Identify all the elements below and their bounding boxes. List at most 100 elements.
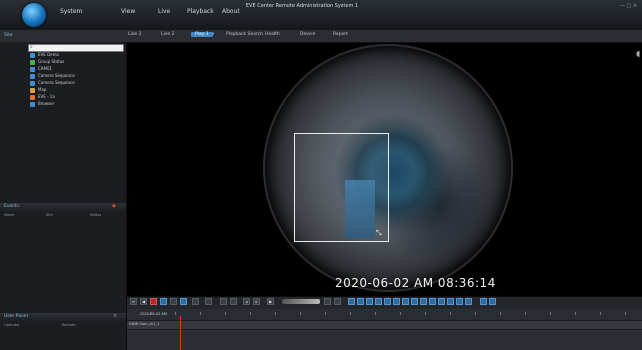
channel-16-button[interactable]: [489, 298, 496, 305]
event-col-name[interactable]: Name: [4, 213, 14, 217]
tab-live-1[interactable]: Live 1: [128, 32, 141, 37]
group-icon: [30, 59, 35, 65]
timeline-tick: [475, 312, 476, 315]
search-icon[interactable]: ⌕: [17, 203, 20, 209]
play-button[interactable]: ▶: [267, 298, 274, 305]
menu-live[interactable]: Live: [158, 8, 170, 15]
camera-icon: [30, 66, 35, 72]
timeline-tick: [375, 312, 376, 315]
sequence-icon: [30, 73, 35, 79]
speed-slider[interactable]: [282, 299, 320, 304]
tree-item-label: Camera Sequence: [38, 80, 75, 85]
menu-button[interactable]: ≡: [130, 298, 137, 305]
site-icon: [30, 52, 35, 58]
alarm-icon[interactable]: ◆: [112, 203, 116, 209]
record-button[interactable]: [150, 298, 157, 305]
speed-up-button[interactable]: [334, 298, 341, 305]
channel-14-button[interactable]: [465, 298, 472, 305]
event-panel-title: Event: [4, 204, 17, 209]
menu-system[interactable]: System: [60, 8, 82, 15]
timeline-tick: [275, 312, 276, 315]
timeline-ruler[interactable]: [127, 311, 642, 316]
tab-device[interactable]: Device: [300, 32, 315, 37]
tree-item-camera-sequence[interactable]: Camera Sequence: [30, 73, 75, 79]
tree-item-cam01[interactable]: CAM01: [30, 66, 52, 72]
window-controls[interactable]: — □ ×: [620, 3, 637, 9]
channel-4-button[interactable]: [375, 298, 382, 305]
dewarp-button[interactable]: [205, 298, 212, 305]
channel-12-button[interactable]: [447, 298, 454, 305]
user-col-remote[interactable]: Remote: [62, 323, 76, 327]
app-title: EVE Center Remote Administration System …: [245, 3, 359, 9]
tree-item-label: EVE Demo: [38, 52, 59, 57]
site-search-input[interactable]: [28, 44, 124, 52]
step-back-button[interactable]: ◂: [243, 298, 250, 305]
search-icon[interactable]: ⌕: [30, 44, 33, 50]
timeline-playhead[interactable]: [180, 316, 181, 350]
channel-1-button[interactable]: [348, 298, 355, 305]
event-col-status[interactable]: Status: [90, 213, 101, 217]
close-icon[interactable]: ×: [113, 313, 117, 319]
tree-item-camera-sequence-2[interactable]: Camera Sequence: [30, 80, 75, 86]
tree-item-eve-demo[interactable]: EVE Demo: [30, 52, 59, 58]
tree-item-eve-1a[interactable]: EVE - 1a: [30, 94, 55, 100]
layout-button[interactable]: [220, 298, 227, 305]
user-panel-title: User Panel: [4, 314, 28, 319]
speed-down-button[interactable]: [324, 298, 331, 305]
channel-2-button[interactable]: [357, 298, 364, 305]
sequence-icon: [30, 80, 35, 86]
tree-item-label: Camera Sequence: [38, 73, 75, 78]
timeline-tick: [600, 312, 601, 315]
panel-handle-icon[interactable]: ◖: [636, 49, 642, 59]
timeline-tick: [425, 312, 426, 315]
timeline-tick: [450, 312, 451, 315]
tab-report[interactable]: Report: [333, 32, 348, 37]
browser-icon: [30, 101, 35, 107]
timeline-track-row[interactable]: [127, 320, 642, 330]
tree-item-map[interactable]: Map: [30, 87, 46, 93]
tab-play-1[interactable]: Play 1: [191, 32, 213, 37]
event-col-site[interactable]: Site: [46, 213, 53, 217]
export-button[interactable]: [170, 298, 177, 305]
reverse-button[interactable]: ◀: [140, 298, 147, 305]
tree-item-label: Group Status: [38, 59, 65, 64]
channel-9-button[interactable]: [420, 298, 427, 305]
tab-dropdown-icon[interactable]: ▾: [212, 32, 214, 37]
print-button[interactable]: [180, 298, 187, 305]
channel-5-button[interactable]: [384, 298, 391, 305]
tab-live-2[interactable]: Live 2: [161, 32, 174, 37]
map-icon: [30, 87, 35, 93]
channel-10-button[interactable]: [429, 298, 436, 305]
roi-resize-icon[interactable]: ⤡: [376, 229, 382, 238]
menu-playback[interactable]: Playback: [187, 8, 214, 15]
user-col-operator[interactable]: Operator: [4, 323, 20, 327]
channel-15-button[interactable]: [480, 298, 487, 305]
timeline-tick: [550, 312, 551, 315]
channel-7-button[interactable]: [402, 298, 409, 305]
tab-health[interactable]: Health: [265, 32, 280, 37]
channel-6-button[interactable]: [393, 298, 400, 305]
timeline-tick: [350, 312, 351, 315]
menu-about[interactable]: About: [222, 8, 240, 15]
channel-11-button[interactable]: [438, 298, 445, 305]
step-forward-button[interactable]: ▸: [253, 298, 260, 305]
tree-item-group-status[interactable]: Group Status: [30, 59, 64, 65]
tree-item-browser[interactable]: Browser: [30, 101, 54, 107]
app-logo-icon: [22, 3, 46, 27]
tree-item-label: EVE - 1a: [38, 94, 55, 99]
dewarp-roi-box[interactable]: [294, 133, 389, 242]
site-panel-header: Site: [4, 33, 13, 38]
tab-playback-search[interactable]: Playback Search: [226, 32, 263, 37]
grid-button[interactable]: [230, 298, 237, 305]
channel-8-button[interactable]: [411, 298, 418, 305]
tree-item-label: CAM01: [38, 66, 53, 71]
channel-3-button[interactable]: [366, 298, 373, 305]
timeline-tick: [575, 312, 576, 315]
zoom-button[interactable]: [192, 298, 199, 305]
snapshot-button[interactable]: [160, 298, 167, 305]
timeline-camera-label: HDMI Cam_ch1_1: [129, 322, 160, 326]
menu-view[interactable]: View: [121, 8, 135, 15]
channel-13-button[interactable]: [456, 298, 463, 305]
timeline-tick: [400, 312, 401, 315]
timeline-tick: [300, 312, 301, 315]
